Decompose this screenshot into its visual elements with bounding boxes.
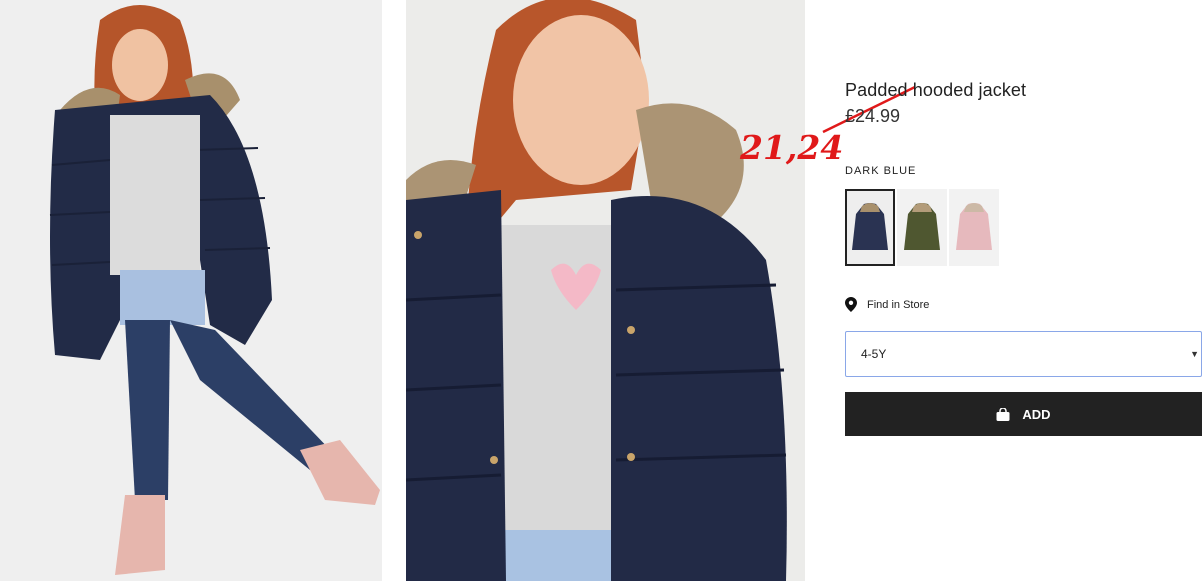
product-image-full-body[interactable] — [0, 0, 382, 581]
product-image-closeup[interactable] — [406, 0, 805, 581]
product-info-panel: Padded hooded jacket £24.99 DARK BLUE Fi… — [845, 0, 1202, 581]
add-button-label: ADD — [1022, 406, 1051, 422]
chevron-down-icon: ▼ — [1190, 349, 1199, 359]
find-in-store-label: Find in Store — [867, 298, 930, 311]
handwritten-new-price: 21,24 — [740, 128, 844, 167]
find-in-store-link[interactable]: Find in Store — [845, 297, 929, 312]
swatch-pink[interactable] — [949, 189, 999, 266]
jacket-thumbnail-icon — [904, 202, 940, 250]
swatch-dark-blue[interactable] — [845, 189, 895, 266]
color-swatches — [845, 189, 999, 266]
color-label: DARK BLUE — [845, 165, 917, 177]
size-select-value: 4-5Y — [861, 347, 887, 361]
location-pin-icon — [845, 297, 857, 312]
size-select[interactable]: 4-5Y ▼ — [845, 331, 1202, 377]
jacket-thumbnail-icon — [852, 202, 888, 250]
swatch-khaki[interactable] — [897, 189, 947, 266]
product-title: Padded hooded jacket — [845, 80, 1027, 100]
jacket-thumbnail-icon — [956, 202, 992, 250]
shopping-bag-icon — [996, 407, 1010, 421]
old-price: £24.99 — [845, 106, 901, 126]
add-to-bag-button[interactable]: ADD — [845, 392, 1202, 436]
